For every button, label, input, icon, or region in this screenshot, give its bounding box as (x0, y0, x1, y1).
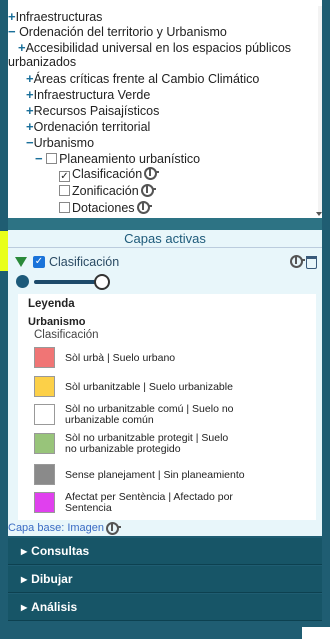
tree-item-recursos-paisajisticos[interactable]: +Recursos Paisajísticos (26, 103, 159, 118)
tree-item-ordenacion-territorial[interactable]: +Ordenación territorial (26, 119, 150, 134)
tree-item-zonificacion[interactable]: Zonificación (59, 184, 156, 199)
tree-item-areas-criticas[interactable]: +Áreas críticas frente al Cambio Climáti… (26, 71, 259, 86)
chevron-right-icon: ▶ (21, 575, 28, 584)
legend-swatch (34, 376, 55, 397)
active-layer-row: ✓ Clasificación (15, 254, 317, 270)
info-icon[interactable] (290, 255, 305, 268)
checkbox[interactable] (59, 185, 70, 196)
capas-activas-panel: ✓ Clasificación Leyenda Urbanismo Clasif… (8, 248, 322, 522)
tree-item-label: Infraestructura Verde (33, 88, 151, 102)
tree-item-label: Accesibilidad universal en los espacios … (25, 41, 292, 55)
legend-group: Urbanismo (28, 316, 86, 328)
opacity-drop-icon (16, 275, 29, 288)
tree-item-accesibilidad-cont: urbanizados (8, 55, 76, 70)
tree-item-accesibilidad[interactable]: +Accesibilidad universal en los espacios… (18, 40, 291, 55)
tree-item-urbanismo[interactable]: −Urbanismo (26, 135, 94, 150)
tree-item-label: Áreas críticas frente al Cambio Climátic… (33, 72, 260, 86)
legend-text: Sentencia (65, 502, 112, 514)
expand-icon[interactable]: + (26, 71, 34, 86)
tree-item-label: Recursos Paisajísticos (33, 104, 160, 118)
legend-swatch (34, 464, 55, 485)
tree-item-label: urbanizados (8, 55, 77, 69)
tree-item-label: Planeamiento urbanístico (59, 152, 201, 166)
tree-item-infraestructura-verde[interactable]: +Infraestructura Verde (26, 87, 150, 102)
chevron-right-icon: ▶ (21, 603, 28, 612)
panel-divider[interactable] (8, 218, 322, 230)
checkbox[interactable] (59, 202, 70, 213)
collapse-icon[interactable]: − (26, 135, 34, 150)
expand-icon[interactable]: + (8, 9, 16, 24)
legend-text: Sòl urbà | Suelo urbano (65, 352, 176, 364)
expand-icon[interactable]: + (26, 103, 34, 118)
tree-item-clasificacion[interactable]: ✓ Clasificación (59, 167, 160, 182)
legend-text: Sòl urbanitzable | Suelo urbanizable (65, 381, 233, 393)
tree-item-dotaciones[interactable]: Dotaciones (59, 201, 152, 216)
tree-scrollbar[interactable] (316, 0, 322, 218)
collapse-triangle-icon[interactable] (15, 257, 27, 267)
tree-item-label: Dotaciones (72, 201, 135, 215)
checkbox-checked[interactable]: ✓ (59, 171, 70, 182)
legend-text: no urbanizable protegido (65, 443, 181, 455)
capa-base-label[interactable]: Capa base: Imagen (8, 522, 104, 534)
expand-icon[interactable]: + (26, 119, 34, 134)
legend-text: Sense planejament | Sin planeamiento (65, 469, 245, 481)
legend: Leyenda Urbanismo Clasificación Sòl urbà… (18, 294, 316, 520)
tree-item-planeamiento[interactable]: − Planeamiento urbanístico (35, 151, 200, 166)
logo (302, 627, 330, 639)
tree-item-label: Zonificación (72, 184, 139, 198)
legend-subtitle: Clasificación (34, 329, 99, 341)
legend-title: Leyenda (28, 298, 75, 310)
trash-icon[interactable] (306, 256, 317, 269)
tree-item-label: Urbanismo (33, 136, 95, 150)
section-dibujar[interactable]: ▶ Dibujar (8, 566, 322, 593)
legend-swatch (34, 433, 55, 454)
expand-icon[interactable]: + (18, 40, 26, 55)
tree-item-ordenacion[interactable]: − Ordenación del territorio y Urbanismo (8, 24, 227, 39)
scroll-down-icon[interactable] (316, 212, 322, 216)
scrollbar-thumb[interactable] (318, 6, 322, 214)
collapse-icon[interactable]: − (35, 151, 43, 166)
layer-visibility-checkbox[interactable]: ✓ (33, 256, 45, 268)
expand-icon[interactable]: + (26, 87, 34, 102)
info-icon[interactable] (136, 201, 152, 214)
legend-text: urbanizable común (65, 414, 154, 426)
capas-title: Capas activas (124, 231, 206, 246)
info-icon[interactable] (106, 522, 122, 535)
section-label: Consultas (31, 544, 90, 558)
layer-tree-panel: +Infraestructuras − Ordenación del terri… (8, 0, 322, 218)
section-label: Análisis (31, 600, 78, 614)
chevron-right-icon: ▶ (21, 547, 28, 556)
legend-swatch (34, 492, 55, 513)
layer-label: Clasificación (49, 255, 120, 269)
info-icon[interactable] (140, 184, 156, 197)
tree-item-label: Ordenación del territorio y Urbanismo (19, 25, 227, 39)
checkbox[interactable] (46, 153, 58, 164)
tree-item-label: Ordenación territorial (33, 120, 151, 134)
tree-item-label: Clasificación (72, 167, 143, 181)
capas-activas-header: Capas activas (8, 230, 322, 248)
info-icon[interactable] (144, 167, 160, 180)
legend-swatch (34, 404, 55, 425)
section-consultas[interactable]: ▶ Consultas (8, 538, 322, 565)
collapse-icon[interactable]: − (8, 24, 16, 39)
opacity-slider-thumb[interactable] (94, 274, 110, 290)
tree-item-infraestructuras[interactable]: +Infraestructuras (8, 9, 102, 24)
section-analisis[interactable]: ▶ Análisis (8, 594, 322, 621)
opacity-control (16, 274, 116, 290)
legend-swatch (34, 347, 55, 368)
capa-base-link[interactable]: Capa base: Imagen (8, 522, 322, 536)
section-label: Dibujar (31, 572, 73, 586)
tree-item-label: Infraestructuras (15, 10, 103, 24)
